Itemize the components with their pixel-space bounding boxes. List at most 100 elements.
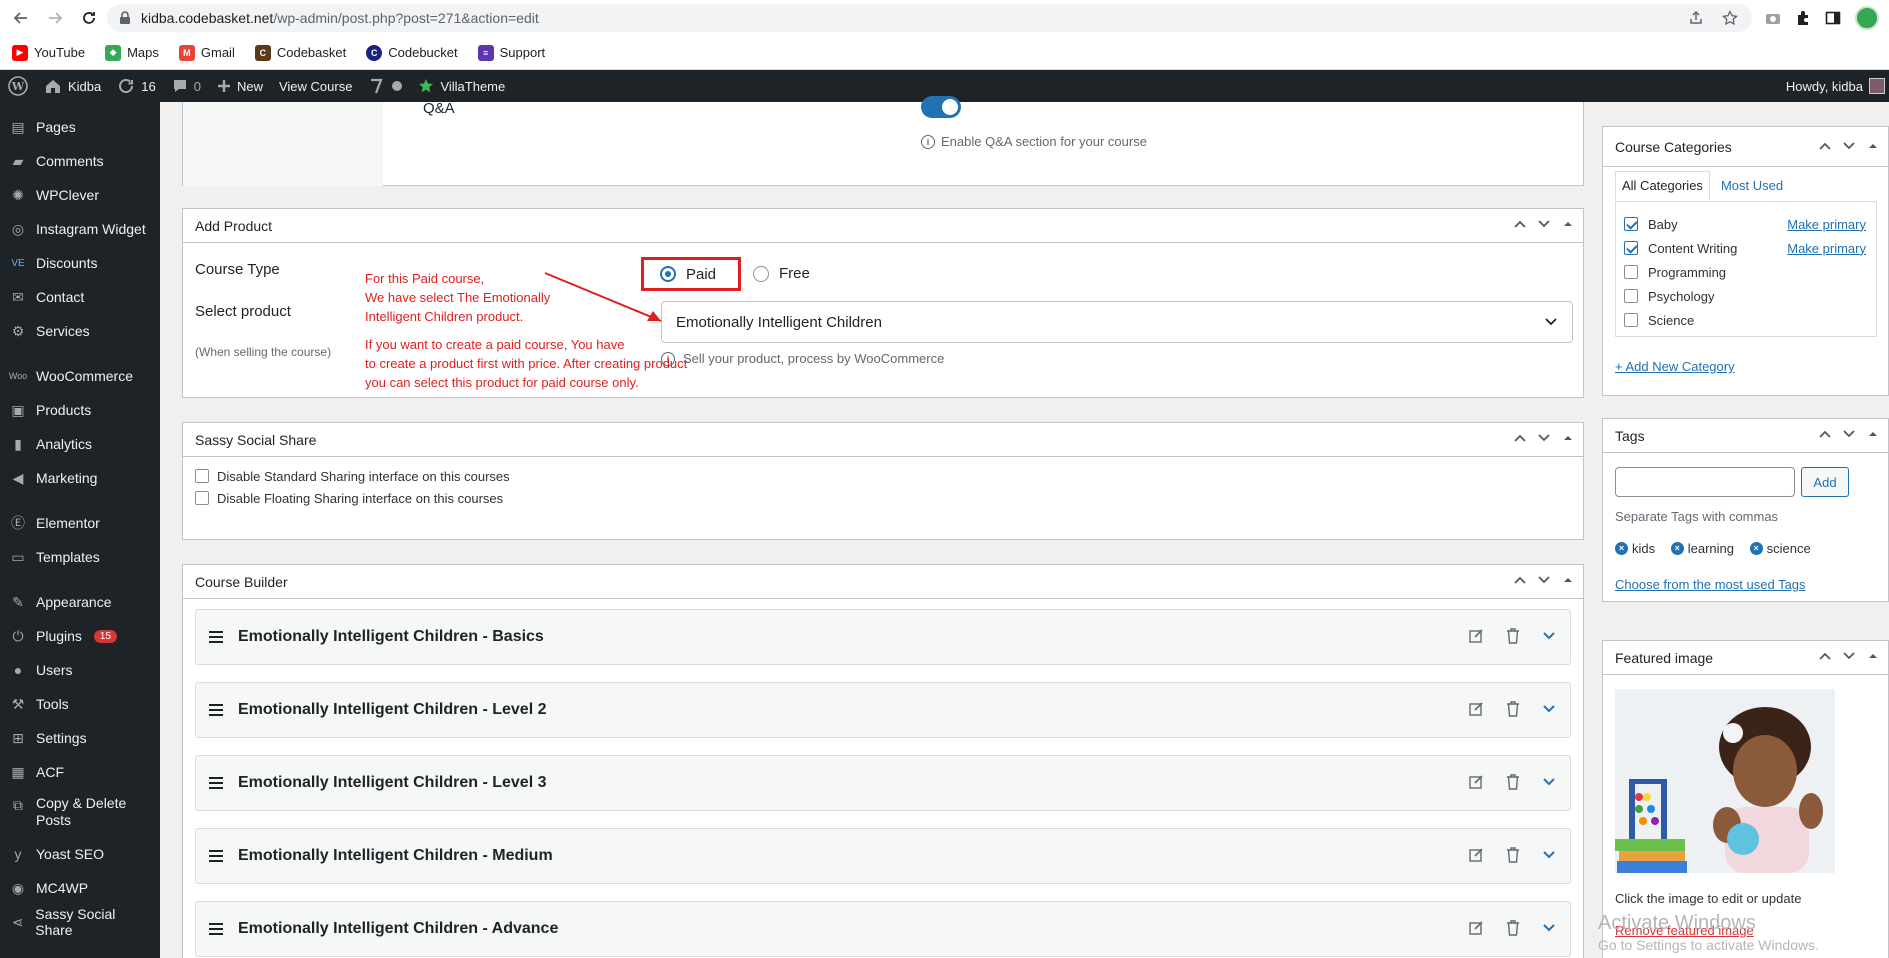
updates-link[interactable]: 16 [109, 70, 163, 102]
sidebar-item-contact[interactable]: ✉ Contact [0, 280, 160, 314]
free-radio-option[interactable]: Free [753, 265, 810, 282]
product-select[interactable]: Emotionally Intelligent Children [661, 301, 1573, 343]
collapse-toggle-icon[interactable] [1866, 427, 1880, 441]
chevron-up-icon[interactable] [1513, 217, 1527, 231]
star-icon[interactable] [1722, 10, 1738, 26]
topic-row[interactable]: Emotionally Intelligent Children - Level… [195, 755, 1571, 811]
drag-handle-icon[interactable] [208, 922, 224, 936]
extensions-icon[interactable] [1795, 10, 1811, 26]
edit-icon[interactable] [1468, 847, 1484, 863]
category-item-psychology[interactable]: Psychology [1624, 284, 1868, 308]
sidebar-item-templates[interactable]: ▭ Templates [0, 540, 160, 574]
checkbox[interactable] [195, 491, 209, 505]
collapse-toggle-icon[interactable] [1561, 431, 1575, 445]
trash-icon[interactable] [1506, 774, 1520, 790]
sidebar-item-yoast-seo[interactable]: y Yoast SEO [0, 837, 160, 871]
bookmark-youtube[interactable]: ▶ YouTube [12, 44, 85, 61]
make-primary-link[interactable]: Make primary [1787, 241, 1866, 256]
drag-handle-icon[interactable] [208, 849, 224, 863]
free-radio[interactable] [753, 265, 769, 282]
chevron-up-icon[interactable] [1818, 427, 1832, 441]
chevron-up-icon[interactable] [1818, 649, 1832, 663]
chevron-down-icon[interactable] [1542, 848, 1556, 862]
chevron-down-icon[interactable] [1842, 427, 1856, 441]
remove-tag-icon[interactable]: × [1749, 541, 1763, 555]
collapse-toggle-icon[interactable] [1866, 139, 1880, 153]
topic-row[interactable]: Emotionally Intelligent Children - Advan… [195, 901, 1571, 957]
edit-icon[interactable] [1468, 628, 1484, 644]
sidebar-item-acf[interactable]: ▦ ACF [0, 755, 160, 789]
topic-row[interactable]: Emotionally Intelligent Children - Level… [195, 682, 1571, 738]
trash-icon[interactable] [1506, 847, 1520, 863]
collapse-toggle-icon[interactable] [1561, 573, 1575, 587]
chevron-down-icon[interactable] [1537, 431, 1551, 445]
checkbox[interactable] [195, 469, 209, 483]
chevron-down-icon[interactable] [1537, 217, 1551, 231]
villatheme-link[interactable]: VillaTheme [410, 70, 513, 102]
forward-button[interactable] [42, 5, 68, 31]
bookmark-maps[interactable]: ◆ Maps [105, 44, 159, 61]
view-course-link[interactable]: View Course [271, 70, 360, 102]
sidebar-item-woocommerce[interactable]: Woo WooCommerce [0, 359, 160, 393]
trash-icon[interactable] [1506, 628, 1520, 644]
chevron-down-icon[interactable] [1542, 921, 1556, 935]
bookmark-support[interactable]: ≡ Support [477, 44, 545, 61]
category-item-content-writing[interactable]: Content Writing Make primary [1624, 236, 1868, 260]
sidebar-item-products[interactable]: ▣ Products [0, 393, 160, 427]
checkbox[interactable] [1624, 265, 1638, 279]
add-new-category-link[interactable]: + Add New Category [1615, 359, 1735, 374]
sidebar-item-users[interactable]: ● Users [0, 653, 160, 687]
option-disable-standard-sharing[interactable]: Disable Standard Sharing interface on th… [183, 465, 1583, 487]
sidebar-item-services[interactable]: ⚙ Services [0, 314, 160, 348]
sidebar-item-discounts[interactable]: VE Discounts [0, 246, 160, 280]
sidebar-item-sassy-social-share[interactable]: ⋖ Sassy Social Share [0, 905, 160, 939]
camera-icon[interactable] [1765, 10, 1781, 26]
sidebar-item-wpclever[interactable]: ✺ WPClever [0, 178, 160, 212]
sidepanel-icon[interactable] [1825, 10, 1841, 26]
sidebar-item-marketing[interactable]: ◀ Marketing [0, 461, 160, 495]
category-item-programming[interactable]: Programming [1624, 260, 1868, 284]
topic-row[interactable]: Emotionally Intelligent Children - Basic… [195, 609, 1571, 665]
profile-avatar[interactable] [1855, 6, 1879, 30]
sidebar-item-plugins[interactable]: ⏻ Plugins 15 [0, 619, 160, 653]
new-content-link[interactable]: New [209, 70, 271, 102]
featured-image-thumbnail[interactable] [1615, 689, 1835, 873]
checkbox[interactable] [1624, 241, 1638, 255]
drag-handle-icon[interactable] [208, 630, 224, 644]
edit-icon[interactable] [1468, 920, 1484, 936]
chevron-up-icon[interactable] [1818, 139, 1832, 153]
category-item-science[interactable]: Science [1624, 308, 1868, 332]
back-button[interactable] [8, 5, 34, 31]
checkbox[interactable] [1624, 313, 1638, 327]
sidebar-item-copy-delete-posts[interactable]: ⧉ Copy & Delete Posts [0, 789, 160, 837]
category-item-baby[interactable]: Baby Make primary [1624, 212, 1868, 236]
drag-handle-icon[interactable] [208, 776, 224, 790]
edit-icon[interactable] [1468, 774, 1484, 790]
sidebar-item-settings[interactable]: ⊞ Settings [0, 721, 160, 755]
yoast-menu[interactable] [360, 70, 410, 102]
sidebar-item-appearance[interactable]: ✎ Appearance [0, 585, 160, 619]
sidebar-item-elementor[interactable]: Ⓔ Elementor [0, 506, 160, 540]
sidebar-item-instagram-widget[interactable]: ◎ Instagram Widget [0, 212, 160, 246]
bookmark-codebasket[interactable]: C Codebasket [254, 44, 346, 61]
chevron-up-icon[interactable] [1513, 431, 1527, 445]
chevron-down-icon[interactable] [1542, 629, 1556, 643]
trash-icon[interactable] [1506, 920, 1520, 936]
remove-tag-icon[interactable]: × [1615, 541, 1628, 555]
add-tag-button[interactable]: Add [1801, 467, 1849, 497]
checkbox[interactable] [1624, 289, 1638, 303]
checkbox[interactable] [1624, 217, 1638, 231]
sidebar-item-pages[interactable]: ▤ Pages [0, 110, 160, 144]
my-account-menu[interactable]: Howdy, kidba [1786, 70, 1885, 102]
topic-row[interactable]: Emotionally Intelligent Children - Mediu… [195, 828, 1571, 884]
qa-toggle[interactable] [921, 96, 961, 118]
address-bar[interactable]: kidba.codebasket.net/wp-admin/post.php?p… [107, 4, 1752, 32]
bookmark-codebucket[interactable]: C Codebucket [366, 44, 458, 61]
tab-most-used[interactable]: Most Used [1714, 171, 1790, 200]
reload-button[interactable] [76, 5, 102, 31]
make-primary-link[interactable]: Make primary [1787, 217, 1866, 232]
chevron-down-icon[interactable] [1842, 139, 1856, 153]
sidebar-item-analytics[interactable]: ▮ Analytics [0, 427, 160, 461]
chevron-up-icon[interactable] [1513, 573, 1527, 587]
tags-input[interactable] [1615, 467, 1795, 497]
